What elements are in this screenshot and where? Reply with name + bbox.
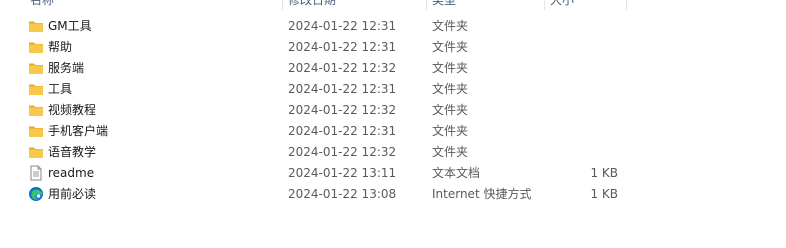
file-type: Internet 快捷方式 [432,187,532,201]
file-type: 文件夹 [432,82,469,96]
column-divider[interactable] [544,0,545,10]
file-name: 手机客户端 [48,124,109,138]
folder-icon [28,81,44,97]
file-type: 文件夹 [432,124,469,138]
file-name: 语音教学 [48,145,97,159]
file-type: 文件夹 [432,40,469,54]
folder-icon [28,102,44,118]
text-document-icon [28,165,44,181]
file-size [548,121,618,142]
column-header-size[interactable]: 大小 [550,0,620,10]
file-row[interactable]: GM工具 2024-01-22 12:31 文件夹 [0,16,786,37]
file-name: 服务端 [48,61,85,75]
column-divider[interactable] [282,0,283,10]
file-date-modified: 2024-01-22 12:32 [288,61,397,75]
file-row[interactable]: 用前必读 2024-01-22 13:08 Internet 快捷方式 1 KB [0,184,786,205]
column-header-name[interactable]: 名称 [30,0,280,10]
file-size [548,16,618,37]
column-header: 名称 修改日期 类型 大小 [0,0,786,10]
column-header-type[interactable]: 类型 [432,0,542,10]
file-name: 帮助 [48,40,73,54]
file-size: 1 KB [590,166,618,180]
file-row[interactable]: 视频教程 2024-01-22 12:32 文件夹 [0,100,786,121]
column-divider[interactable] [426,0,427,10]
file-type: 文件夹 [432,19,469,33]
file-date-modified: 2024-01-22 12:31 [288,40,397,54]
file-date-modified: 2024-01-22 12:31 [288,82,397,96]
file-type: 文本文档 [432,166,481,180]
folder-icon [28,60,44,76]
folder-icon [28,144,44,160]
file-size [548,79,618,100]
folder-icon [28,39,44,55]
file-row[interactable]: 服务端 2024-01-22 12:32 文件夹 [0,58,786,79]
file-size [548,100,618,121]
file-row[interactable]: readme 2024-01-22 13:11 文本文档 1 KB [0,163,786,184]
file-name: readme [48,166,95,180]
file-type: 文件夹 [432,145,469,159]
file-row[interactable]: 手机客户端 2024-01-22 12:31 文件夹 [0,121,786,142]
file-date-modified: 2024-01-22 12:31 [288,19,397,33]
edge-shortcut-icon [28,186,44,202]
file-size: 1 KB [590,187,618,201]
file-name: 工具 [48,82,73,96]
file-row[interactable]: 工具 2024-01-22 12:31 文件夹 [0,79,786,100]
file-name: GM工具 [48,19,92,33]
file-type: 文件夹 [432,61,469,75]
folder-icon [28,123,44,139]
file-size [548,37,618,58]
file-name: 用前必读 [48,187,97,201]
file-date-modified: 2024-01-22 13:11 [288,166,397,180]
file-date-modified: 2024-01-22 12:32 [288,103,397,117]
file-date-modified: 2024-01-22 12:31 [288,124,397,138]
file-name: 视频教程 [48,103,97,117]
file-explorer: 名称 修改日期 类型 大小 GM工具 2024-01-22 12:31 文件夹 帮助 2… [0,0,786,248]
file-row[interactable]: 帮助 2024-01-22 12:31 文件夹 [0,37,786,58]
folder-icon [28,18,44,34]
file-size [548,58,618,79]
file-size [548,142,618,163]
file-date-modified: 2024-01-22 12:32 [288,145,397,159]
column-divider[interactable] [626,0,627,10]
file-row[interactable]: 语音教学 2024-01-22 12:32 文件夹 [0,142,786,163]
file-list: GM工具 2024-01-22 12:31 文件夹 帮助 2024-01-22 12:3… [0,16,786,205]
file-date-modified: 2024-01-22 13:08 [288,187,397,201]
file-type: 文件夹 [432,103,469,117]
column-header-date[interactable]: 修改日期 [288,0,424,10]
